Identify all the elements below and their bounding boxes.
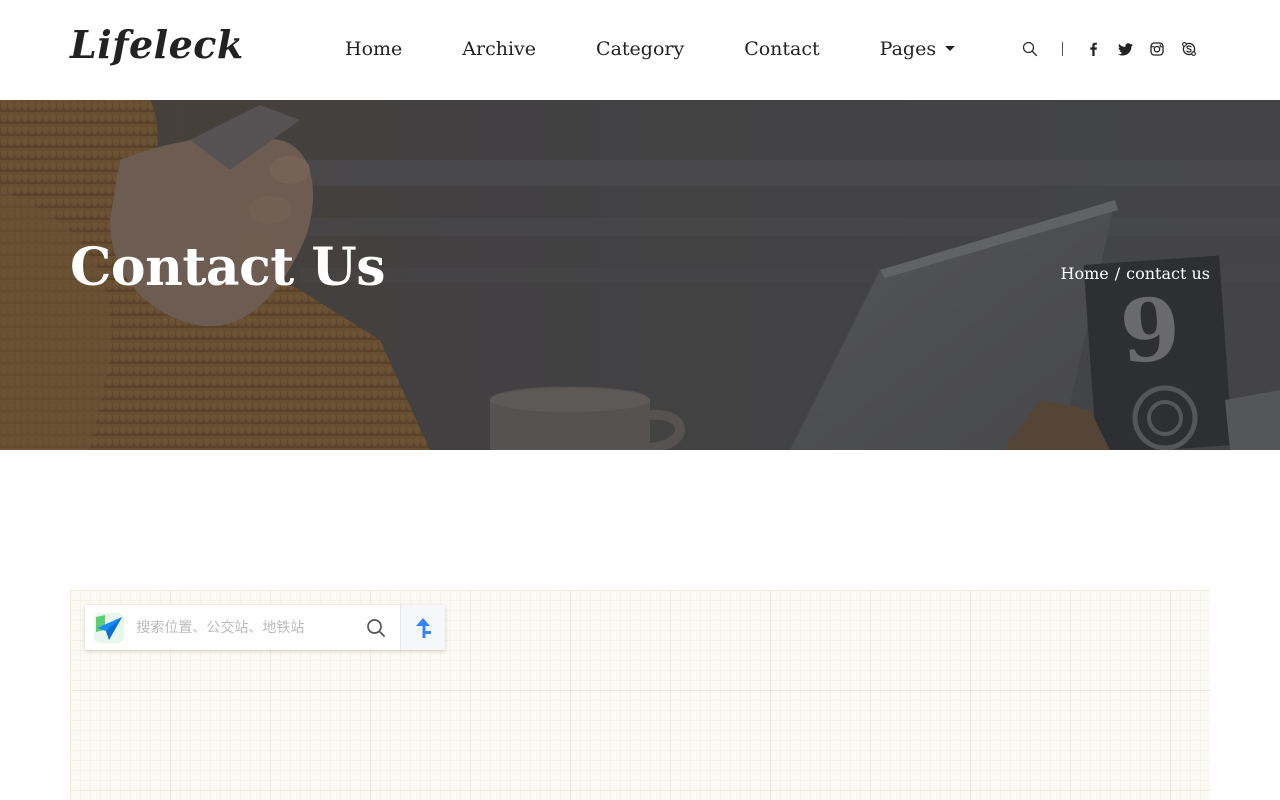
map-app-logo-icon [93, 612, 124, 643]
chevron-down-icon [945, 45, 956, 51]
page-hero: 9 Contact Us Home / contact us [0, 100, 1280, 450]
twitter-link[interactable] [1109, 38, 1141, 60]
map-search-box [85, 605, 445, 650]
breadcrumb: Home / contact us [1061, 264, 1210, 284]
map-route-button[interactable] [399, 605, 445, 650]
skype-link[interactable] [1173, 38, 1205, 60]
map-search-input[interactable] [132, 605, 354, 650]
nav-contact[interactable]: Contact [744, 36, 819, 62]
map-app-logo[interactable] [85, 605, 132, 650]
breadcrumb-home-link[interactable]: Home [1061, 264, 1109, 283]
nav-pages-dropdown[interactable]: Pages [879, 36, 956, 62]
instagram-icon [1150, 42, 1164, 56]
header-divider [1062, 42, 1063, 56]
nav-category[interactable]: Category [596, 36, 684, 62]
twitter-icon [1117, 42, 1133, 55]
site-logo[interactable]: Lifeleck [70, 20, 244, 70]
breadcrumb-current: contact us [1126, 264, 1210, 283]
search-button[interactable] [1014, 38, 1046, 60]
facebook-link[interactable] [1077, 38, 1109, 60]
breadcrumb-separator: / [1114, 264, 1121, 283]
nav-pages-label: Pages [879, 38, 937, 60]
map-search-button[interactable] [353, 605, 399, 650]
facebook-icon [1090, 42, 1097, 56]
skype-icon [1182, 42, 1196, 56]
site-header: Lifeleck Home Archive Category Contact P… [0, 0, 1280, 100]
page-title: Contact Us [70, 237, 386, 298]
search-icon [1022, 41, 1038, 57]
instagram-link[interactable] [1141, 38, 1173, 60]
header-tools [1014, 38, 1205, 60]
nav-archive[interactable]: Archive [462, 36, 536, 62]
map-embed[interactable] [70, 590, 1210, 800]
nav-home[interactable]: Home [345, 36, 402, 62]
main-nav: Home Archive Category Contact Pages [345, 36, 1015, 62]
route-arrow-icon [415, 617, 431, 638]
magnifier-icon [367, 618, 386, 637]
